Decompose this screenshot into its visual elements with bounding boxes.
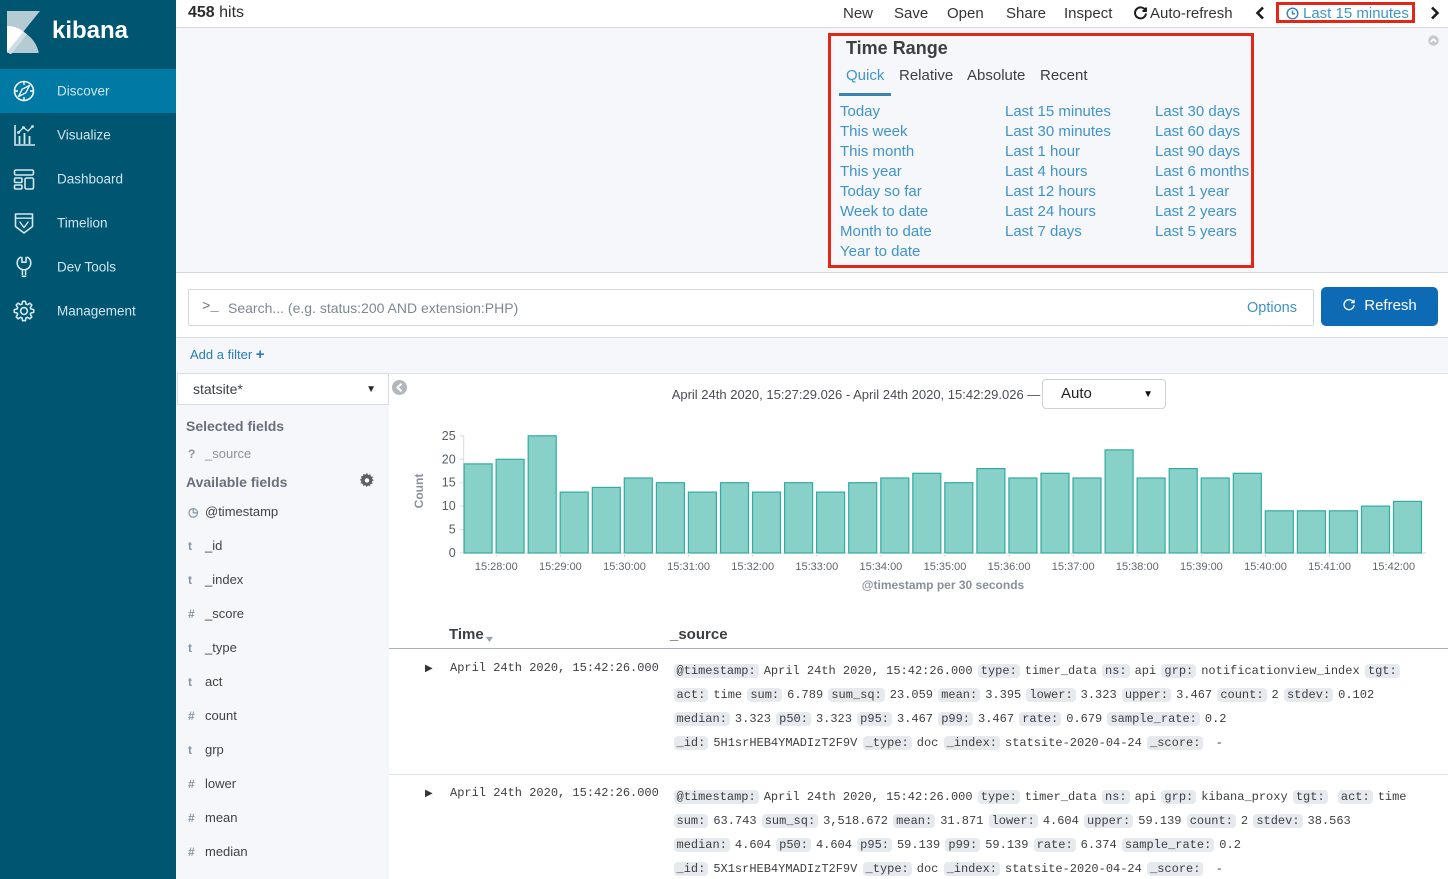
svg-text:15:38:00: 15:38:00 [1116, 561, 1159, 573]
svg-text:Count: Count [412, 474, 426, 509]
svg-text:15:28:00: 15:28:00 [475, 561, 518, 573]
svg-text:0: 0 [449, 546, 456, 560]
svg-text:25: 25 [442, 429, 456, 443]
svg-text:15:36:00: 15:36:00 [988, 561, 1031, 573]
svg-text:15:35:00: 15:35:00 [924, 561, 967, 573]
svg-text:15:40:00: 15:40:00 [1244, 561, 1287, 573]
svg-text:15:32:00: 15:32:00 [731, 561, 774, 573]
svg-text:15:37:00: 15:37:00 [1052, 561, 1095, 573]
svg-text:15:31:00: 15:31:00 [667, 561, 710, 573]
svg-text:15: 15 [442, 476, 456, 490]
svg-text:15:42:00: 15:42:00 [1372, 561, 1415, 573]
svg-text:15:30:00: 15:30:00 [603, 561, 646, 573]
svg-text:15:29:00: 15:29:00 [539, 561, 582, 573]
svg-text:@timestamp per 30 seconds: @timestamp per 30 seconds [862, 578, 1025, 592]
svg-text:5: 5 [449, 523, 456, 537]
svg-text:15:34:00: 15:34:00 [859, 561, 902, 573]
svg-text:15:41:00: 15:41:00 [1308, 561, 1351, 573]
svg-text:15:33:00: 15:33:00 [795, 561, 838, 573]
svg-text:15:39:00: 15:39:00 [1180, 561, 1223, 573]
svg-text:10: 10 [442, 499, 456, 513]
svg-text:20: 20 [442, 452, 456, 466]
